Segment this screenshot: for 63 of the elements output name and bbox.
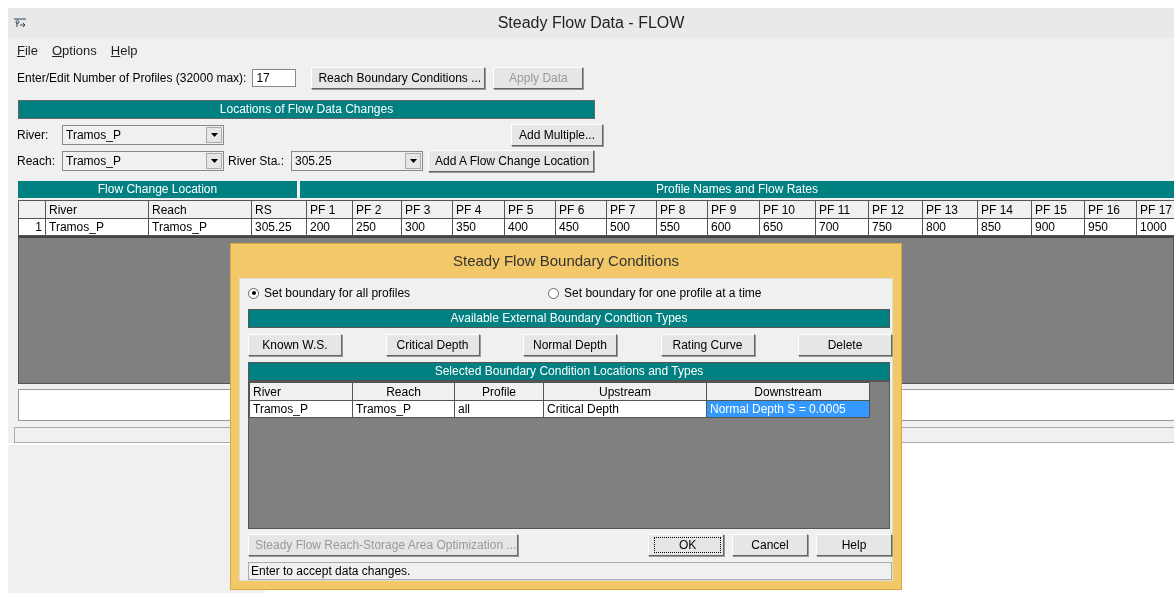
- column-header: PF 7: [606, 200, 657, 219]
- river-label: River:: [17, 128, 50, 142]
- column-header: PF 2: [352, 200, 402, 219]
- column-header: PF 15: [1031, 200, 1085, 219]
- river-station-label: River Sta.:: [228, 154, 285, 168]
- column-header: River: [45, 200, 149, 219]
- section-header: Locations of Flow Data Changes: [18, 100, 595, 119]
- radio-option[interactable]: Set boundary for one profile at a time: [548, 286, 762, 300]
- dialog-button[interactable]: Cancel: [732, 534, 808, 556]
- column-header: PF 9: [707, 200, 760, 219]
- reach-dropdown[interactable]: Tramos_P: [62, 151, 224, 171]
- section-header: Available External Boundary Condtion Types: [248, 309, 890, 328]
- table-group-header: Profile Names and Flow Rates: [300, 181, 1174, 198]
- boundary-type-button[interactable]: Critical Depth: [385, 334, 480, 356]
- dialog-title: Steady Flow Boundary Conditions: [452, 251, 680, 271]
- status-bar: Enter to accept data changes.: [248, 562, 892, 580]
- radio-option[interactable]: Set boundary for all profiles: [248, 286, 411, 300]
- radio-button[interactable]: [548, 287, 560, 299]
- menu-item[interactable]: File: [17, 42, 38, 58]
- boundary-type-button[interactable]: Delete: [798, 334, 892, 356]
- column-header: PF 16: [1084, 200, 1137, 219]
- column-header: Reach: [352, 382, 455, 401]
- boundary-type-button[interactable]: Normal Depth: [523, 334, 617, 356]
- dropdown-arrow-icon: [210, 133, 218, 137]
- column-header: PF 11: [815, 200, 869, 219]
- toolbar-button[interactable]: Reach Boundary Conditions ...: [311, 67, 486, 89]
- dialog-button[interactable]: OK: [648, 534, 724, 556]
- boundary-type-button[interactable]: Rating Curve: [660, 334, 755, 356]
- column-header: PF 10: [759, 200, 816, 219]
- column-header: Upstream: [543, 382, 707, 401]
- column-header: PF 6: [555, 200, 607, 219]
- column-header: PF 17: [1136, 200, 1174, 219]
- reach-label: Reach:: [17, 154, 57, 168]
- dropdown-arrow-icon: [409, 159, 417, 163]
- column-header: PF 8: [656, 200, 708, 219]
- app-icon: [13, 16, 27, 30]
- menu-item[interactable]: Options: [51, 42, 97, 58]
- column-header: Downstream: [706, 382, 870, 401]
- column-header: RS: [251, 200, 307, 219]
- profiles-label: Enter/Edit Number of Profiles (32000 max):: [17, 71, 247, 85]
- column-header: PF 5: [504, 200, 556, 219]
- column-header: Profile: [454, 382, 544, 401]
- menu-item[interactable]: Help: [110, 42, 138, 58]
- column-header: PF 14: [977, 200, 1032, 219]
- table-group-header: Flow Change Location: [18, 181, 297, 198]
- boundary-type-button[interactable]: Known W.S.: [248, 334, 342, 356]
- column-header: Reach: [148, 200, 252, 219]
- add-location-button[interactable]: Add A Flow Change Location: [428, 150, 594, 172]
- column-header: PF 4: [452, 200, 505, 219]
- radio-button[interactable]: [248, 287, 259, 299]
- river-dropdown[interactable]: Tramos_P: [62, 125, 224, 145]
- add-multiple-button[interactable]: Add Multiple...: [511, 124, 603, 146]
- dialog-button[interactable]: Help: [816, 534, 892, 556]
- column-header: PF 13: [922, 200, 978, 219]
- column-header: PF 3: [401, 200, 453, 219]
- dropdown-arrow-icon: [210, 159, 218, 163]
- profiles-field[interactable]: 17: [252, 69, 297, 87]
- window-title: Steady Flow Data - FLOW: [497, 14, 685, 32]
- column-header: PF 1: [306, 200, 353, 219]
- section-header: Selected Boundary Condition Locations and Types: [248, 362, 890, 381]
- column-header: PF 12: [868, 200, 923, 219]
- river-station-dropdown[interactable]: 305.25: [291, 151, 423, 171]
- column-header: River: [249, 382, 353, 401]
